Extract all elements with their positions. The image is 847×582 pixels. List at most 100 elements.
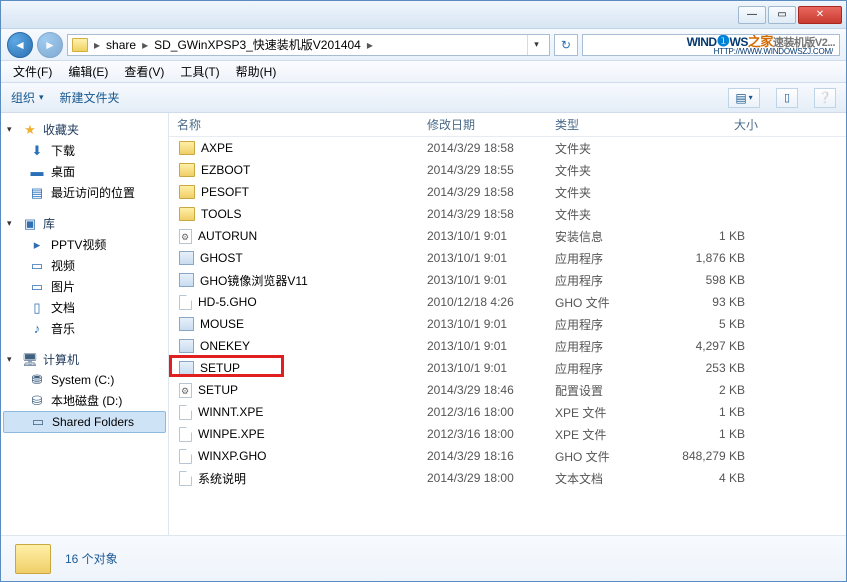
sidebar-item[interactable]: ▯ 文档	[1, 297, 168, 318]
refresh-button[interactable]: ↻	[554, 34, 578, 56]
breadcrumb-share[interactable]: share	[106, 38, 136, 52]
sidebar-item-label: 本地磁盘 (D:)	[51, 392, 122, 409]
file-row[interactable]: PESOFT2014/3/29 18:58文件夹	[169, 181, 846, 203]
drive-c-icon: ⛃	[29, 372, 45, 388]
file-row[interactable]: EZBOOT2014/3/29 18:55文件夹	[169, 159, 846, 181]
sidebar-item-label: Shared Folders	[52, 415, 134, 429]
chevron-right-icon[interactable]: ▸	[365, 38, 375, 52]
file-row[interactable]: MOUSE2013/10/1 9:01应用程序5 KB	[169, 313, 846, 335]
download-icon: ⬇	[29, 143, 45, 159]
file-date: 2014/3/29 18:58	[419, 185, 547, 199]
back-button[interactable]: ◄	[7, 32, 33, 58]
file-icon	[179, 427, 192, 442]
file-row[interactable]: SETUP2013/10/1 9:01应用程序253 KB	[169, 357, 846, 379]
file-type: 应用程序	[547, 360, 667, 377]
file-row[interactable]: 系统说明2014/3/29 18:00文本文档4 KB	[169, 467, 846, 489]
menu-item[interactable]: 编辑(E)	[60, 61, 116, 82]
sidebar-item[interactable]: ▬桌面	[1, 161, 168, 182]
file-row[interactable]: TOOLS2014/3/29 18:58文件夹	[169, 203, 846, 225]
file-list-pane: 名称 修改日期 类型 大小 AXPE2014/3/29 18:58文件夹EZBO…	[169, 113, 846, 535]
file-date: 2014/3/29 18:55	[419, 163, 547, 177]
forward-button[interactable]: ►	[37, 32, 63, 58]
file-date: 2013/10/1 9:01	[419, 251, 547, 265]
recent-icon: ▤	[29, 185, 45, 201]
titlebar: — ▭ ✕	[1, 1, 846, 29]
file-row[interactable]: AXPE2014/3/29 18:58文件夹	[169, 137, 846, 159]
file-date: 2014/3/29 18:58	[419, 141, 547, 155]
file-row[interactable]: GHOST2013/10/1 9:01应用程序1,876 KB	[169, 247, 846, 269]
address-field[interactable]: ▸ share ▸ SD_GWinXPSP3_快速装机版V201404 ▸ ▾	[67, 34, 550, 56]
preview-pane-button[interactable]: ▯	[776, 88, 798, 108]
chevron-right-icon[interactable]: ▸	[92, 38, 102, 52]
navigation-pane[interactable]: ▾ ★ 收藏夹 ⬇下载▬桌面▤最近访问的位置 ▾ ▣ 库 ▸PPTV视频▭视频▭…	[1, 113, 169, 535]
file-row[interactable]: ONEKEY2013/10/1 9:01应用程序4,297 KB	[169, 335, 846, 357]
sidebar-item[interactable]: ▤最近访问的位置	[1, 182, 168, 203]
file-name: WINXP.GHO	[198, 449, 266, 463]
computer-header[interactable]: ▾ 🖥 计算机	[1, 349, 168, 370]
column-type[interactable]: 类型	[547, 113, 667, 137]
pptv-icon: ▸	[29, 237, 45, 253]
file-date: 2013/10/1 9:01	[419, 361, 547, 375]
sidebar-item[interactable]: ▭视频	[1, 255, 168, 276]
sidebar-item-label: 文档	[51, 299, 75, 316]
menubar: 文件(F)编辑(E)查看(V)工具(T)帮助(H)	[1, 61, 846, 83]
chevron-right-icon[interactable]: ▸	[140, 38, 150, 52]
file-row[interactable]: WINPE.XPE2012/3/16 18:00XPE 文件1 KB	[169, 423, 846, 445]
file-row[interactable]: GHO镜像浏览器V112013/10/1 9:01应用程序598 KB	[169, 269, 846, 291]
menu-item[interactable]: 查看(V)	[116, 61, 172, 82]
sidebar-item[interactable]: ⛃System (C:)	[1, 370, 168, 390]
column-size[interactable]: 大小	[667, 113, 767, 137]
sidebar-item[interactable]: ▭Shared Folders	[3, 411, 166, 433]
sidebar-item[interactable]: ⛁ 本地磁盘 (D:)	[1, 390, 168, 411]
cfg-icon	[179, 383, 192, 398]
file-size: 4 KB	[667, 471, 767, 485]
file-row[interactable]: WINNT.XPE2012/3/16 18:00XPE 文件1 KB	[169, 401, 846, 423]
libraries-header[interactable]: ▾ ▣ 库	[1, 213, 168, 234]
file-size: 598 KB	[667, 273, 767, 287]
organize-button[interactable]: 组织▾	[11, 89, 44, 106]
exe-icon	[179, 361, 194, 375]
help-button[interactable]: ❔	[814, 88, 836, 108]
file-row[interactable]: AUTORUN2013/10/1 9:01安装信息1 KB	[169, 225, 846, 247]
chevron-down-icon[interactable]: ▾	[7, 354, 17, 365]
close-button[interactable]: ✕	[798, 6, 842, 24]
column-date[interactable]: 修改日期	[419, 113, 547, 137]
file-list[interactable]: AXPE2014/3/29 18:58文件夹EZBOOT2014/3/29 18…	[169, 137, 846, 535]
drive-d-icon: ⛁	[29, 393, 45, 409]
maximize-button[interactable]: ▭	[768, 6, 796, 24]
menu-item[interactable]: 文件(F)	[5, 61, 60, 82]
explorer-window: — ▭ ✕ ◄ ► ▸ share ▸ SD_GWinXPSP3_快速装机版V2…	[0, 0, 847, 582]
file-row[interactable]: HD-5.GHO2010/12/18 4:26GHO 文件93 KB	[169, 291, 846, 313]
menu-item[interactable]: 帮助(H)	[228, 61, 285, 82]
menu-item[interactable]: 工具(T)	[172, 61, 227, 82]
chevron-down-icon[interactable]: ▾	[7, 218, 17, 229]
address-dropdown[interactable]: ▾	[527, 35, 545, 55]
file-date: 2010/12/18 4:26	[419, 295, 547, 309]
file-name: AUTORUN	[198, 229, 257, 243]
sidebar-item[interactable]: ▸PPTV视频	[1, 234, 168, 255]
address-toolbar: ◄ ► ▸ share ▸ SD_GWinXPSP3_快速装机版V201404 …	[1, 29, 846, 61]
file-size: 848,279 KB	[667, 449, 767, 463]
favorites-header[interactable]: ▾ ★ 收藏夹	[1, 119, 168, 140]
column-headers: 名称 修改日期 类型 大小	[169, 113, 846, 137]
column-name[interactable]: 名称	[169, 113, 419, 137]
file-name: WINNT.XPE	[198, 405, 263, 419]
file-type: 文件夹	[547, 206, 667, 223]
sidebar-item[interactable]: ♪音乐	[1, 318, 168, 339]
file-name: MOUSE	[200, 317, 244, 331]
chevron-down-icon[interactable]: ▾	[7, 124, 17, 135]
folder-icon	[179, 163, 195, 177]
sidebar-item[interactable]: ▭图片	[1, 276, 168, 297]
file-row[interactable]: WINXP.GHO2014/3/29 18:16GHO 文件848,279 KB	[169, 445, 846, 467]
new-folder-button[interactable]: 新建文件夹	[60, 89, 120, 106]
breadcrumb-folder[interactable]: SD_GWinXPSP3_快速装机版V201404	[154, 36, 361, 53]
file-row[interactable]: SETUP2014/3/29 18:46配置设置2 KB	[169, 379, 846, 401]
sidebar-item[interactable]: ⬇下载	[1, 140, 168, 161]
view-options-button[interactable]: ▤▾	[728, 88, 760, 108]
exe-icon	[179, 339, 194, 353]
file-date: 2014/3/29 18:46	[419, 383, 547, 397]
document-icon: ▯	[29, 300, 45, 316]
search-field[interactable]: WIND❶WS之家速装机版V2... HTTP://WWW.WINDOWSZJ.…	[582, 34, 840, 56]
minimize-button[interactable]: —	[738, 6, 766, 24]
file-size: 4,297 KB	[667, 339, 767, 353]
